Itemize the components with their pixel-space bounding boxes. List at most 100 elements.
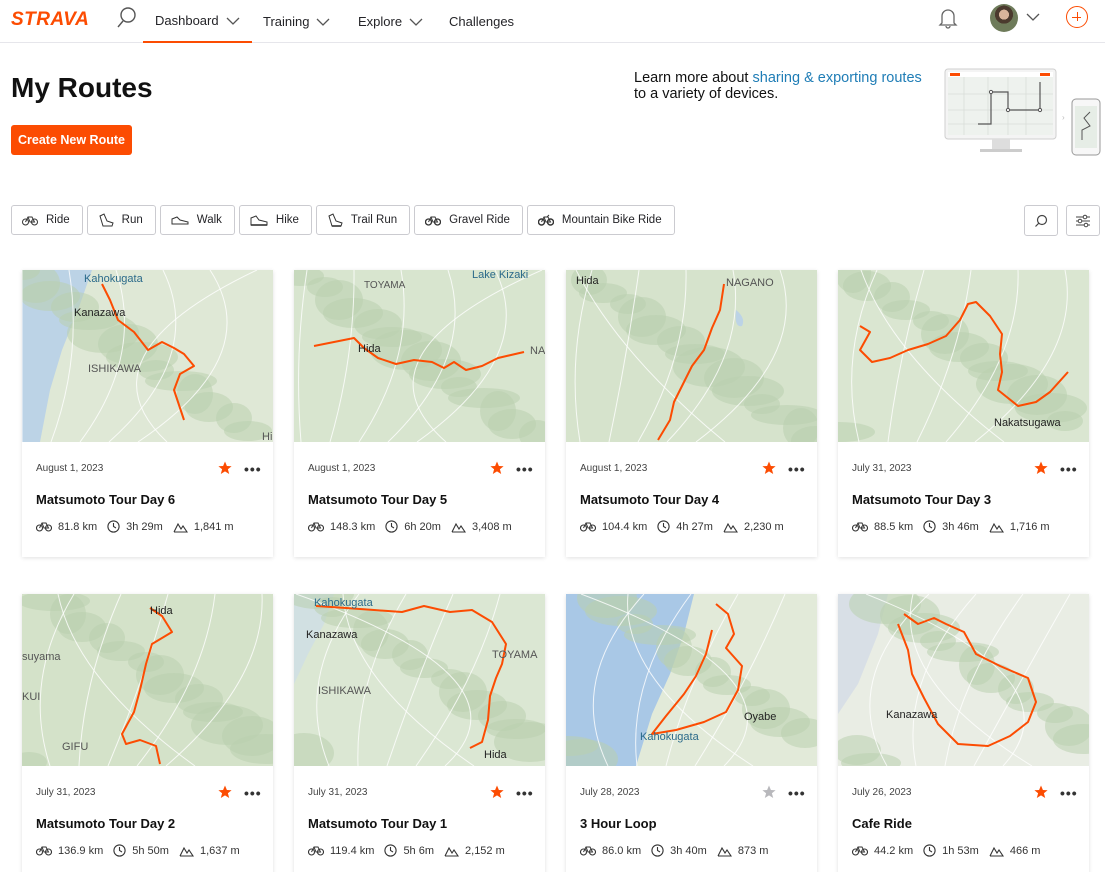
route-map[interactable]: Kahokugata Kanazawa ISHIKAWA TOYAMA Hida <box>294 594 545 766</box>
more-options-icon[interactable]: ••• <box>1060 462 1078 476</box>
route-title[interactable]: Cafe Ride <box>852 816 912 831</box>
elevation-icon <box>451 522 466 533</box>
star-icon[interactable] <box>218 461 232 475</box>
more-options-icon[interactable]: ••• <box>516 786 534 800</box>
star-icon[interactable] <box>1034 461 1048 475</box>
trail-run-icon <box>328 213 343 227</box>
bell-icon[interactable] <box>938 7 958 29</box>
clock-icon <box>385 520 398 533</box>
nav-training-label: Training <box>263 14 310 29</box>
filter-trail-run[interactable]: Trail Run <box>315 205 411 235</box>
filter-run-label: Run <box>121 214 143 226</box>
star-icon[interactable] <box>490 785 504 799</box>
sliders-icon <box>1076 214 1090 227</box>
route-title[interactable]: 3 Hour Loop <box>580 816 657 831</box>
route-elevation: 2,152 m <box>465 844 505 857</box>
route-date: July 31, 2023 <box>36 787 96 798</box>
map-label: Kanazawa <box>306 629 358 641</box>
filter-walk-label: Walk <box>196 214 222 226</box>
route-map[interactable]: Kanazawa <box>838 594 1089 766</box>
search-routes-button[interactable] <box>1024 205 1058 236</box>
star-icon[interactable] <box>1034 785 1048 799</box>
clock-icon <box>113 844 126 857</box>
search-icon[interactable] <box>116 6 138 30</box>
more-options-icon[interactable]: ••• <box>244 462 262 476</box>
filter-run[interactable]: Run <box>86 205 156 235</box>
create-new-route-button[interactable]: Create New Route <box>11 125 132 155</box>
map-label: Hida <box>576 275 600 287</box>
route-title[interactable]: Matsumoto Tour Day 5 <box>308 492 447 507</box>
nav-dashboard[interactable]: Dashboard <box>143 0 252 43</box>
route-map[interactable]: Hida suyama KUI GIFU <box>22 594 273 766</box>
star-icon[interactable] <box>490 461 504 475</box>
bike-icon <box>308 522 324 532</box>
star-icon[interactable] <box>218 785 232 799</box>
avatar[interactable] <box>990 4 1018 32</box>
route-title[interactable]: Matsumoto Tour Day 3 <box>852 492 991 507</box>
route-date: August 1, 2023 <box>308 463 376 474</box>
route-stats: 104.4 km 4h 27m 2,230 m <box>580 520 794 533</box>
learn-more-text: Learn more about sharing & exporting rou… <box>634 70 934 102</box>
route-card[interactable]: Hida suyama KUI GIFU July 31, 2023 ••• Matsumo… <box>22 594 273 872</box>
more-options-icon[interactable]: ••• <box>1060 786 1078 800</box>
route-card[interactable]: Hida NAGANO August 1, 2023 ••• Matsumoto Tou… <box>566 270 817 557</box>
filter-walk[interactable]: Walk <box>159 205 235 235</box>
elevation-icon <box>444 846 460 857</box>
route-time: 3h 29m <box>126 520 163 533</box>
route-elevation: 2,230 m <box>743 520 784 533</box>
filter-gravel-ride[interactable]: Gravel Ride <box>414 205 523 235</box>
clock-icon <box>384 844 398 857</box>
route-title[interactable]: Matsumoto Tour Day 6 <box>36 492 175 507</box>
more-options-icon[interactable]: ••• <box>788 462 806 476</box>
map-label: Lake Kizaki <box>472 270 528 281</box>
route-distance: 86.0 km <box>602 844 642 857</box>
route-time: 1h 53m <box>942 844 979 857</box>
nav-training[interactable]: Training <box>263 0 330 43</box>
more-options-icon[interactable]: ••• <box>244 786 262 800</box>
route-stats: 148.3 km 6h 20m 3,408 m <box>308 520 522 533</box>
star-icon[interactable] <box>762 461 776 475</box>
bike-icon <box>36 522 52 532</box>
gravel-bike-icon <box>425 216 442 226</box>
route-date: July 26, 2023 <box>852 787 912 798</box>
route-card[interactable]: Kahokugata Kanazawa ISHIKAWA TOYAMA Hida July… <box>294 594 545 872</box>
filter-mountain-bike-ride-label: Mountain Bike Ride <box>561 214 662 226</box>
sharing-exporting-link[interactable]: sharing & exporting routes <box>753 70 922 86</box>
route-card[interactable]: Nakatsugawa July 31, 2023 ••• Matsumoto Tou… <box>838 270 1089 557</box>
elevation-icon <box>723 522 738 533</box>
route-card[interactable]: Oyabe Kahokugata July 28, 2023 ••• 3 Hour Lo… <box>566 594 817 872</box>
route-map[interactable]: Kahokugata Kanazawa ISHIKAWA Hi <box>22 270 273 442</box>
filter-hike[interactable]: Hike <box>238 205 312 235</box>
bike-icon <box>22 216 38 225</box>
filter-mountain-bike-ride[interactable]: Mountain Bike Ride <box>526 205 675 235</box>
route-title[interactable]: Matsumoto Tour Day 2 <box>36 816 175 831</box>
route-title[interactable]: Matsumoto Tour Day 4 <box>580 492 719 507</box>
star-icon[interactable] <box>762 785 776 799</box>
more-options-icon[interactable]: ••• <box>788 786 806 800</box>
route-map[interactable]: TOYAMA Lake Kizaki Hida NA <box>294 270 545 442</box>
route-card[interactable]: TOYAMA Lake Kizaki Hida NA August 1, 2023 •••… <box>294 270 545 557</box>
route-elevation: 1,716 m <box>1009 520 1050 533</box>
map-label: NA <box>530 345 545 357</box>
bike-icon <box>580 522 596 532</box>
learn-prefix: Learn more about <box>634 70 753 86</box>
learn-suffix: to a variety of devices. <box>634 86 779 102</box>
route-stats: 119.4 km 5h 6m 2,152 m <box>308 844 515 857</box>
route-elevation: 1,637 m <box>199 844 240 857</box>
filter-settings-button[interactable] <box>1066 205 1100 236</box>
route-time: 4h 27m <box>676 520 713 533</box>
route-map[interactable]: Oyabe Kahokugata <box>566 594 817 766</box>
route-title[interactable]: Matsumoto Tour Day 1 <box>308 816 447 831</box>
nav-challenges[interactable]: Challenges <box>449 0 514 43</box>
chevron-down-icon[interactable] <box>1026 12 1040 22</box>
route-card[interactable]: Kanazawa July 26, 2023 ••• Cafe Ride 44.2 k… <box>838 594 1089 872</box>
clock-icon <box>107 520 120 533</box>
route-card[interactable]: Kahokugata Kanazawa ISHIKAWA Hi August 1, 20… <box>22 270 273 557</box>
more-options-icon[interactable]: ••• <box>516 462 534 476</box>
plus-circle-icon[interactable] <box>1066 6 1088 28</box>
nav-explore[interactable]: Explore <box>358 0 423 43</box>
filter-ride[interactable]: Ride <box>11 205 83 235</box>
route-map[interactable]: Nakatsugawa <box>838 270 1089 442</box>
strava-logo[interactable]: STRAVA <box>11 9 89 31</box>
route-map[interactable]: Hida NAGANO <box>566 270 817 442</box>
